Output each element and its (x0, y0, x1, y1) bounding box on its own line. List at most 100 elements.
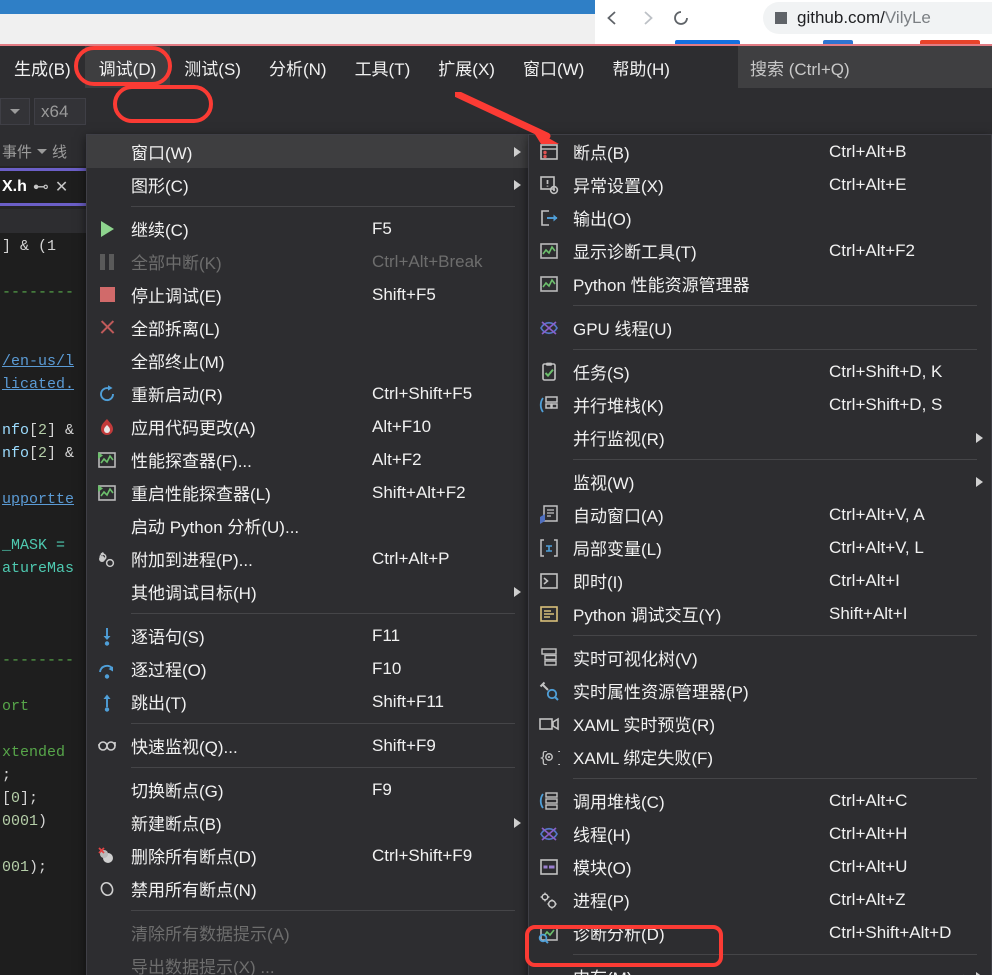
menubar-item-extensions[interactable]: 扩展(X) (424, 46, 509, 88)
filter-event-label[interactable]: 事件 (2, 141, 32, 162)
menu-item-监视w[interactable]: 监视(W) (529, 465, 991, 498)
menubar-item-window[interactable]: 窗口(W) (509, 46, 598, 88)
menu-item-逐语句s[interactable]: 逐语句(S) F11 (87, 619, 529, 652)
menu-item-快速监视q[interactable]: 快速监视(Q)... Shift+F9 (87, 729, 529, 762)
chevron-down-icon[interactable] (37, 148, 48, 154)
detach-all-icon (95, 316, 119, 340)
menubar-item-help[interactable]: 帮助(H) (598, 46, 684, 88)
editor-tab-label: X.h (2, 178, 27, 195)
menu-item-应用代码更改a[interactable]: 应用代码更改(A) Alt+F10 (87, 410, 529, 443)
menu-item-图形c[interactable]: 图形(C) (87, 168, 529, 201)
submenu-arrow-icon (514, 586, 521, 597)
menu-item-shortcut: F11 (372, 625, 401, 645)
menubar-item-debug[interactable]: 调试(D) (84, 46, 171, 88)
menu-item-附加到进程p[interactable]: 附加到进程(P)... Ctrl+Alt+P (87, 542, 529, 575)
menu-item-shortcut: Ctrl+Alt+P (372, 548, 450, 568)
menu-item-跳出t[interactable]: 跳出(T) Shift+F11 (87, 685, 529, 718)
search-input[interactable]: 搜索 (Ctrl+Q) (738, 46, 992, 88)
menu-item-启动python分析u[interactable]: 启动 Python 分析(U)... (87, 509, 529, 542)
menu-item-切换断点g[interactable]: 切换断点(G) F9 (87, 773, 529, 806)
stop-icon (95, 283, 119, 307)
menu-item-诊断分析d[interactable]: 诊断分析(D) Ctrl+Shift+Alt+D (529, 916, 991, 949)
reload-icon[interactable] (671, 8, 691, 28)
menu-item-label: 导出数据提示(X) ... (131, 958, 275, 975)
menu-item-全部拆离l[interactable]: 全部拆离(L) (87, 311, 529, 344)
menu-item-性能探查器f[interactable]: 性能探查器(F)... Alt+F2 (87, 443, 529, 476)
site-info-icon[interactable] (775, 12, 787, 24)
menu-item-即时i[interactable]: 即时(I) Ctrl+Alt+I (529, 564, 991, 597)
menu-item-进程p[interactable]: 进程(P) Ctrl+Alt+Z (529, 883, 991, 916)
menu-item-shortcut: Shift+Alt+I (829, 603, 908, 623)
menu-item-全部终止m[interactable]: 全部终止(M) (87, 344, 529, 377)
menu-item-实时属性资源管理器p[interactable]: 实时属性资源管理器(P) (529, 674, 991, 707)
menubar-item-test[interactable]: 测试(S) (170, 46, 255, 88)
menu-item-窗口w[interactable]: 窗口(W) (87, 135, 529, 168)
pin-icon[interactable]: ⊷ (33, 177, 49, 197)
debug-window-submenu[interactable]: 断点(B) Ctrl+Alt+B 异常设置(X) Ctrl+Alt+E 输出(O) 显示诊… (528, 134, 992, 975)
immediate-window-icon (537, 569, 561, 593)
menu-separator (573, 954, 977, 955)
menu-separator (131, 613, 515, 614)
menu-item-gpu线程u[interactable]: GPU 线程(U) (529, 311, 991, 344)
menu-item-xaml绑定失败f[interactable]: { } XAML 绑定失败(F) (529, 740, 991, 773)
menu-item-删除所有断点d[interactable]: 删除所有断点(D) Ctrl+Shift+F9 (87, 839, 529, 872)
platform-combo[interactable]: x64 (34, 98, 86, 125)
menu-item-重新启动r[interactable]: 重新启动(R) Ctrl+Shift+F5 (87, 377, 529, 410)
menu-item-shortcut: Ctrl+Alt+H (829, 823, 908, 843)
menu-item-新建断点b[interactable]: 新建断点(B) (87, 806, 529, 839)
menu-item-shortcut: Shift+Alt+F2 (372, 482, 466, 502)
menu-item-并行堆栈k[interactable]: 并行堆栈(K) Ctrl+Shift+D, S (529, 388, 991, 421)
menu-item-停止调试e[interactable]: 停止调试(E) Shift+F5 (87, 278, 529, 311)
menu-item-异常设置x[interactable]: 异常设置(X) Ctrl+Alt+E (529, 168, 991, 201)
menu-item-python调试交互y[interactable]: Python 调试交互(Y) Shift+Alt+I (529, 597, 991, 630)
menu-item-xaml实时预览r[interactable]: XAML 实时预览(R) (529, 707, 991, 740)
menu-item-实时可视化树v[interactable]: 实时可视化树(V) (529, 641, 991, 674)
filter-thread-label[interactable]: 线 (52, 141, 67, 162)
back-arrow-icon[interactable] (603, 8, 623, 28)
menu-item-重启性能探查器l[interactable]: 重启性能探查器(L) Shift+Alt+F2 (87, 476, 529, 509)
browser-address-bar[interactable]: github.com/VilyLe (763, 2, 992, 34)
toolbar-dropdown[interactable] (0, 98, 30, 125)
threads-icon (537, 316, 561, 340)
menu-item-导出数据提示x: 导出数据提示(X) ... (87, 949, 529, 975)
editor-filter-bar: 事件 线 (0, 136, 86, 166)
menu-item-其他调试目标h[interactable]: 其他调试目标(H) (87, 575, 529, 608)
menu-item-清除所有数据提示a: 清除所有数据提示(A) (87, 916, 529, 949)
tasks-icon (537, 360, 561, 384)
no-icon (95, 811, 119, 835)
editor-tab-x-h[interactable]: X.h ⊷ ✕ (0, 168, 86, 206)
no-icon (95, 954, 119, 975)
menu-item-自动窗口a[interactable]: 自动窗口(A) Ctrl+Alt+V, A (529, 498, 991, 531)
quick-watch-icon (95, 734, 119, 758)
autos-window-icon (537, 503, 561, 527)
menu-item-模块o[interactable]: 模块(O) Ctrl+Alt+U (529, 850, 991, 883)
forward-arrow-icon[interactable] (637, 8, 657, 28)
menu-item-线程h[interactable]: 线程(H) Ctrl+Alt+H (529, 817, 991, 850)
menu-item-调用堆栈c[interactable]: 调用堆栈(C) Ctrl+Alt+C (529, 784, 991, 817)
no-icon (95, 778, 119, 802)
menu-item-任务s[interactable]: 任务(S) Ctrl+Shift+D, K (529, 355, 991, 388)
menu-item-label: XAML 绑定失败(F) (573, 749, 714, 768)
menu-item-禁用所有断点n[interactable]: 禁用所有断点(N) (87, 872, 529, 905)
menu-item-label: 附加到进程(P)... (131, 551, 253, 570)
no-icon (95, 514, 119, 538)
no-icon (95, 921, 119, 945)
menubar-item-tools[interactable]: 工具(T) (341, 46, 425, 88)
menubar-item-build[interactable]: 生成(B) (0, 46, 85, 88)
menu-item-局部变量l[interactable]: 局部变量(L) Ctrl+Alt+V, L (529, 531, 991, 564)
menu-item-断点b[interactable]: 断点(B) Ctrl+Alt+B (529, 135, 991, 168)
menubar-item-analyze[interactable]: 分析(N) (255, 46, 341, 88)
menu-item-逐过程o[interactable]: 逐过程(O) F10 (87, 652, 529, 685)
menu-item-显示诊断工具t[interactable]: 显示诊断工具(T) Ctrl+Alt+F2 (529, 234, 991, 267)
debug-menu[interactable]: 窗口(W) 图形(C) 继续(C) F5 全部中断(K) Ctrl+Alt+Break 停止… (86, 134, 530, 975)
no-icon (95, 349, 119, 373)
browser-window: github.com/VilyLe (595, 0, 992, 50)
menu-item-并行监视r[interactable]: 并行监视(R) (529, 421, 991, 454)
menu-item-继续c[interactable]: 继续(C) F5 (87, 212, 529, 245)
close-icon[interactable]: ✕ (55, 177, 68, 197)
menu-item-shortcut: Ctrl+Alt+V, L (829, 537, 924, 557)
call-stack-icon (537, 789, 561, 813)
processes-icon (537, 888, 561, 912)
menu-item-python性能资源管理器[interactable]: Python 性能资源管理器 (529, 267, 991, 300)
menu-item-输出o[interactable]: 输出(O) (529, 201, 991, 234)
